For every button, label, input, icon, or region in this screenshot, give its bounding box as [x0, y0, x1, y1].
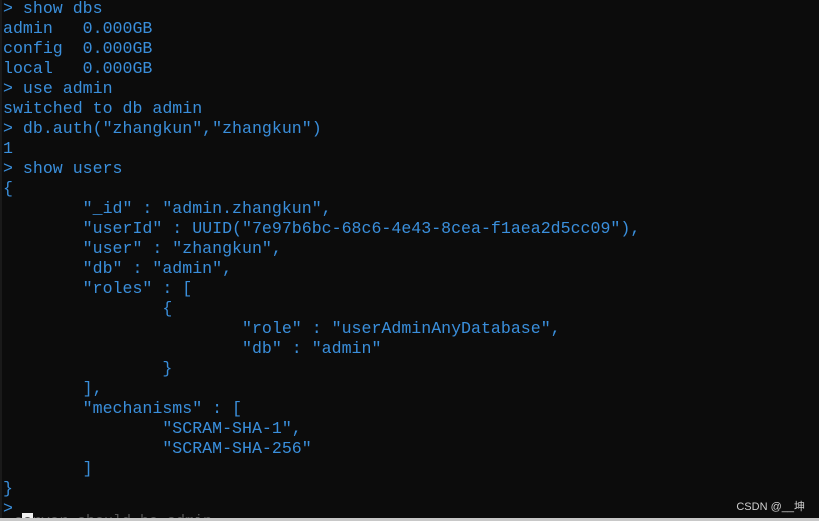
terminal-line: "_id" : "admin.zhangkun",	[3, 199, 332, 218]
window-edge	[0, 0, 2, 521]
terminal-line: switched to db admin	[3, 99, 203, 118]
terminal-line: > show dbs	[3, 0, 103, 18]
terminal-line: "db" : "admin"	[3, 339, 382, 358]
terminal-line: ]	[3, 459, 93, 478]
terminal-line: }	[3, 359, 173, 378]
terminal-line: config 0.000GB	[3, 39, 153, 58]
terminal-line: "mechanisms" : [	[3, 399, 242, 418]
terminal-line: ],	[3, 379, 103, 398]
watermark: CSDN @__坤	[736, 501, 805, 513]
terminal-line: > db.auth("zhangkun","zhangkun")	[3, 119, 322, 138]
terminal-line: "db" : "admin",	[3, 259, 233, 278]
terminal-line: "userId" : UUID("7e97b6bc-68c6-4e43-8cea…	[3, 219, 641, 238]
terminal-line: local 0.000GB	[3, 59, 153, 78]
terminal-line: }	[3, 479, 13, 498]
terminal-output[interactable]: > show dbs admin 0.000GB config 0.000GB loc…	[3, 0, 640, 519]
terminal-line: "SCRAM-SHA-1",	[3, 419, 302, 438]
terminal-line: "roles" : [	[3, 279, 193, 298]
terminal-line: 1	[3, 139, 13, 158]
terminal-line: {	[3, 299, 173, 318]
terminal-line: {	[3, 179, 13, 198]
terminal-line: "user" : "zhangkun",	[3, 239, 282, 258]
terminal-line: > use admin	[3, 79, 113, 98]
terminal-line: admin 0.000GB	[3, 19, 153, 38]
terminal-line: "SCRAM-SHA-256"	[3, 439, 312, 458]
terminal-line: > show users	[3, 159, 123, 178]
terminal-line: "role" : "userAdminAnyDatabase",	[3, 319, 561, 338]
